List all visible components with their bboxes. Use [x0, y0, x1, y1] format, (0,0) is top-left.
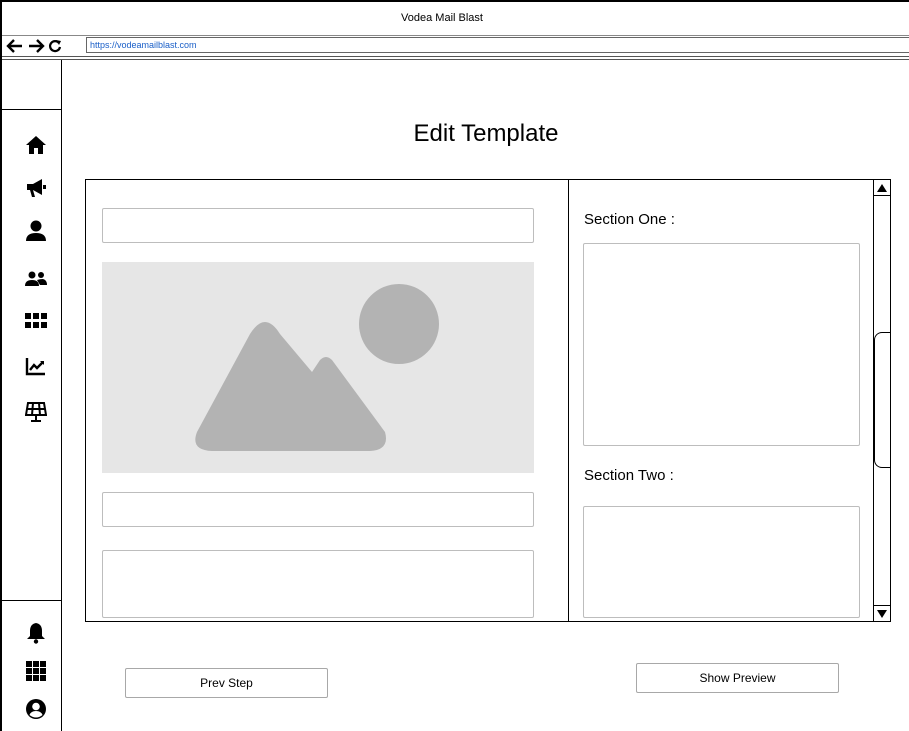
- forward-arrow-icon[interactable]: [27, 38, 45, 54]
- section-two-textarea[interactable]: [583, 506, 860, 618]
- body-textarea[interactable]: [102, 550, 534, 618]
- scroll-down-button[interactable]: [873, 605, 890, 621]
- title-bar: Vodea Mail Blast: [2, 2, 909, 35]
- user-icon[interactable]: [24, 219, 48, 243]
- home-icon[interactable]: [24, 133, 48, 157]
- image-placeholder[interactable]: [102, 262, 534, 473]
- triangle-down-icon: [877, 609, 887, 618]
- show-preview-button[interactable]: Show Preview: [636, 663, 839, 693]
- chrome-divider: [2, 56, 909, 60]
- grid-icon[interactable]: [24, 309, 48, 333]
- section-one-label: Section One :: [584, 211, 675, 228]
- window-title: Vodea Mail Blast: [401, 12, 483, 24]
- browser-nav: [6, 37, 62, 55]
- panel-divider: [568, 179, 569, 622]
- bell-icon[interactable]: [24, 621, 48, 645]
- title-separator: [2, 35, 909, 36]
- triangle-up-icon: [877, 183, 887, 192]
- image-placeholder-icon: [195, 284, 439, 451]
- scroll-thumb[interactable]: [874, 332, 890, 468]
- sidebar-top-divider: [2, 109, 61, 110]
- scroll-up-button[interactable]: [873, 180, 890, 196]
- title-input[interactable]: [102, 208, 534, 243]
- section-two-label: Section Two :: [584, 467, 674, 484]
- page-title: Edit Template: [413, 120, 559, 147]
- section-one-textarea[interactable]: [583, 243, 860, 446]
- solar-panel-icon[interactable]: [24, 400, 48, 424]
- user-circle-icon[interactable]: [24, 697, 48, 721]
- chart-line-icon[interactable]: [24, 354, 48, 378]
- prev-step-button[interactable]: Prev Step: [125, 668, 328, 698]
- back-arrow-icon[interactable]: [6, 38, 24, 54]
- apps-grid-icon[interactable]: [24, 659, 48, 683]
- url-text: https://vodeamailblast.com: [90, 40, 197, 50]
- sidebar-bottom-divider: [2, 600, 61, 601]
- caption-input[interactable]: [102, 492, 534, 527]
- url-bar[interactable]: https://vodeamailblast.com: [86, 37, 909, 53]
- reload-icon[interactable]: [48, 38, 62, 54]
- users-icon[interactable]: [24, 267, 48, 291]
- megaphone-icon[interactable]: [24, 176, 48, 200]
